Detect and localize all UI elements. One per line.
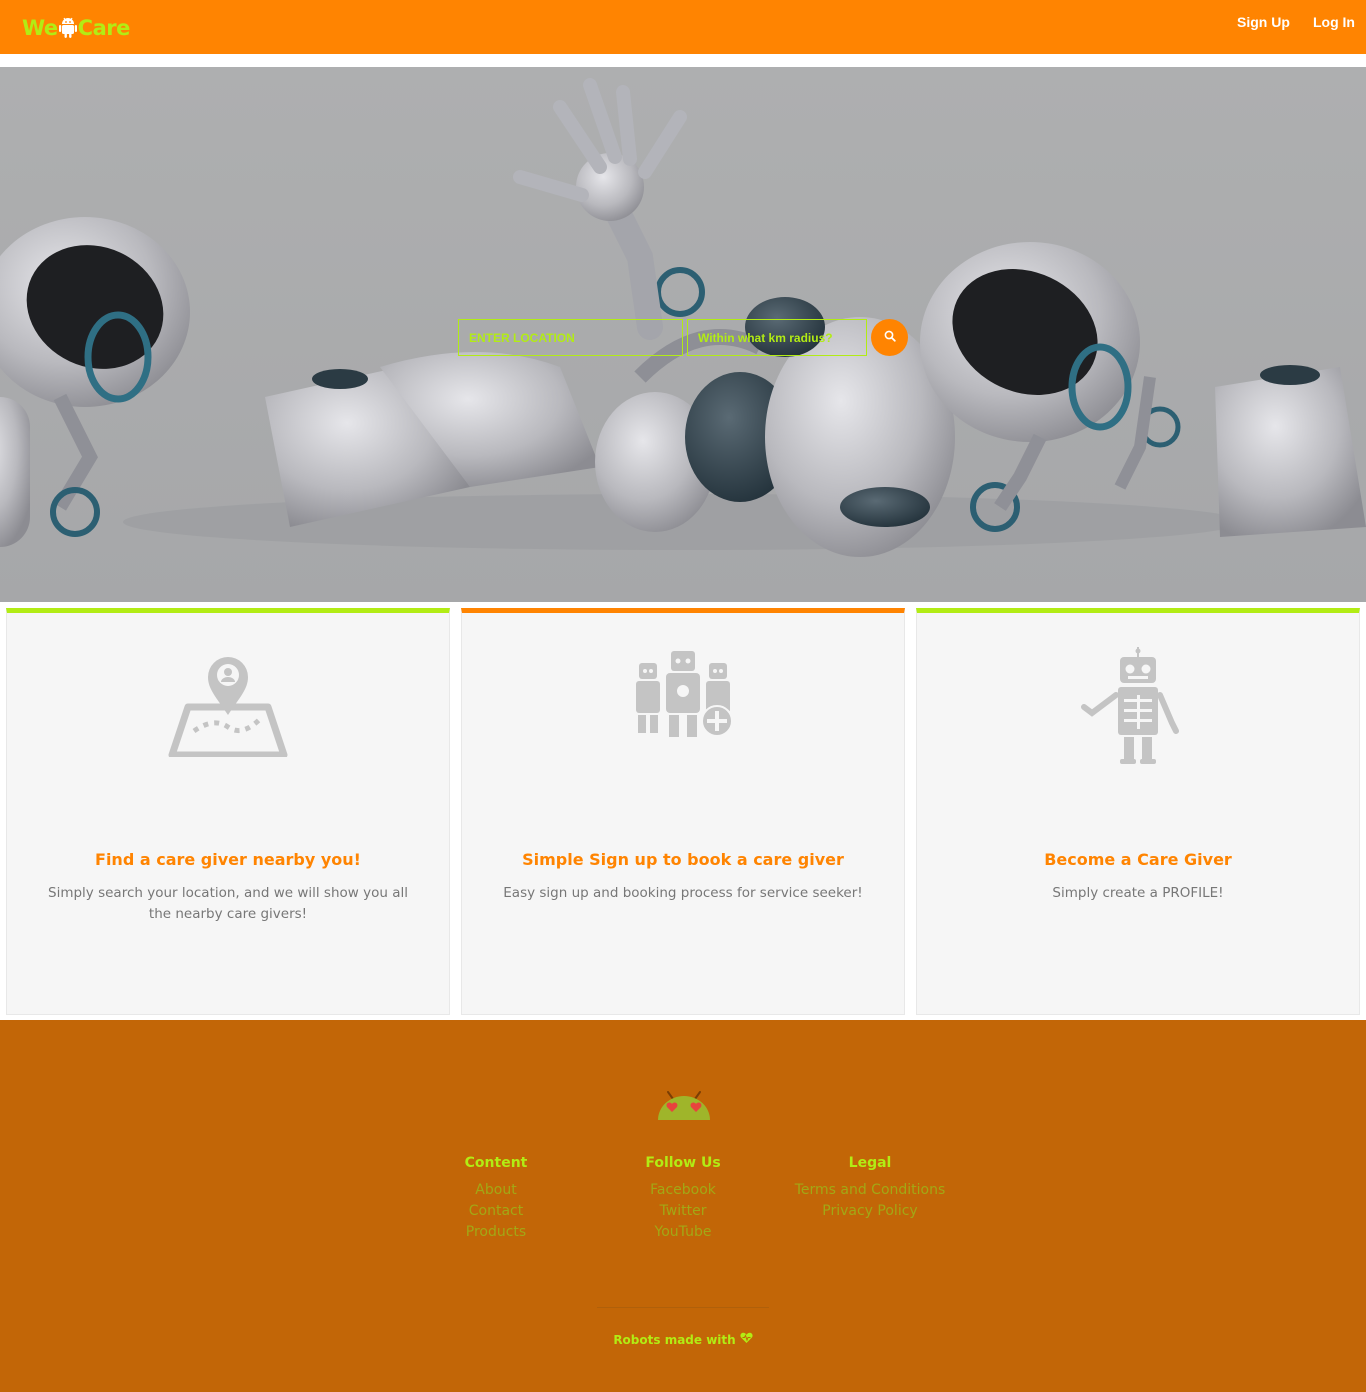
robot-group-plus-icon — [621, 647, 745, 771]
hero-banner — [0, 67, 1366, 602]
footer-link-about[interactable]: About — [396, 1180, 596, 1201]
footer-credit: Robots made with — [0, 1332, 1366, 1347]
footer-link-contact[interactable]: Contact — [396, 1201, 596, 1222]
search-bar — [458, 319, 908, 356]
feature-card-become: Become a Care Giver Simply create a PROF… — [916, 608, 1360, 1015]
footer-link-facebook[interactable]: Facebook — [583, 1180, 783, 1201]
footer-heading: Follow Us — [645, 1155, 721, 1171]
feature-text: Easy sign up and booking process for ser… — [503, 885, 863, 901]
footer-link-products[interactable]: Products — [396, 1222, 596, 1243]
footer-heading: Content — [464, 1155, 528, 1171]
brand-suffix: Care — [77, 16, 131, 40]
footer-divider — [597, 1307, 769, 1308]
feature-card-signup: Simple Sign up to book a care giver Easy… — [461, 608, 905, 1015]
search-icon — [884, 330, 896, 345]
footer-link-list: Facebook Twitter YouTube — [583, 1180, 783, 1243]
log-in-link[interactable]: Log In — [1313, 14, 1355, 30]
feature-title: Simple Sign up to book a care giver — [522, 850, 844, 869]
features-section: Find a care giver nearby you! Simply sea… — [0, 602, 1366, 1020]
sign-up-link[interactable]: Sign Up — [1237, 14, 1290, 30]
android-icon — [58, 17, 77, 39]
credit-text: Robots made with — [613, 1332, 736, 1347]
android-heart-eyes-icon — [656, 1090, 712, 1122]
brand-logo[interactable]: We Care — [22, 14, 130, 42]
footer-column-follow: Follow Us Facebook Twitter YouTube — [583, 1154, 783, 1243]
footer-link-list: Terms and Conditions Privacy Policy — [770, 1180, 970, 1222]
footer-column-content: Content About Contact Products — [396, 1154, 596, 1243]
robot-waving-icon — [1076, 647, 1200, 771]
footer-link-list: About Contact Products — [396, 1180, 596, 1243]
feature-card-find: Find a care giver nearby you! Simply sea… — [6, 608, 450, 1015]
feature-text: Simply search your location, and we will… — [48, 885, 408, 922]
feature-title: Find a care giver nearby you! — [95, 850, 361, 869]
search-button[interactable] — [871, 319, 908, 356]
footer-link-terms[interactable]: Terms and Conditions — [770, 1180, 970, 1201]
navbar: We Care Sign Up Log In — [0, 0, 1366, 54]
heart-icon — [740, 1332, 753, 1347]
brand-prefix: We — [22, 16, 58, 40]
feature-title: Become a Care Giver — [1044, 850, 1232, 869]
feature-text: Simply create a PROFILE! — [1052, 885, 1224, 901]
footer: Content About Contact Products Follow Us… — [0, 1020, 1366, 1392]
radius-input[interactable] — [687, 319, 867, 356]
footer-link-privacy[interactable]: Privacy Policy — [770, 1201, 970, 1222]
footer-heading: Legal — [848, 1155, 892, 1171]
footer-link-twitter[interactable]: Twitter — [583, 1201, 783, 1222]
footer-column-legal: Legal Terms and Conditions Privacy Polic… — [770, 1154, 970, 1222]
map-pin-icon — [166, 647, 290, 771]
location-input[interactable] — [458, 319, 683, 356]
footer-link-youtube[interactable]: YouTube — [583, 1222, 783, 1243]
